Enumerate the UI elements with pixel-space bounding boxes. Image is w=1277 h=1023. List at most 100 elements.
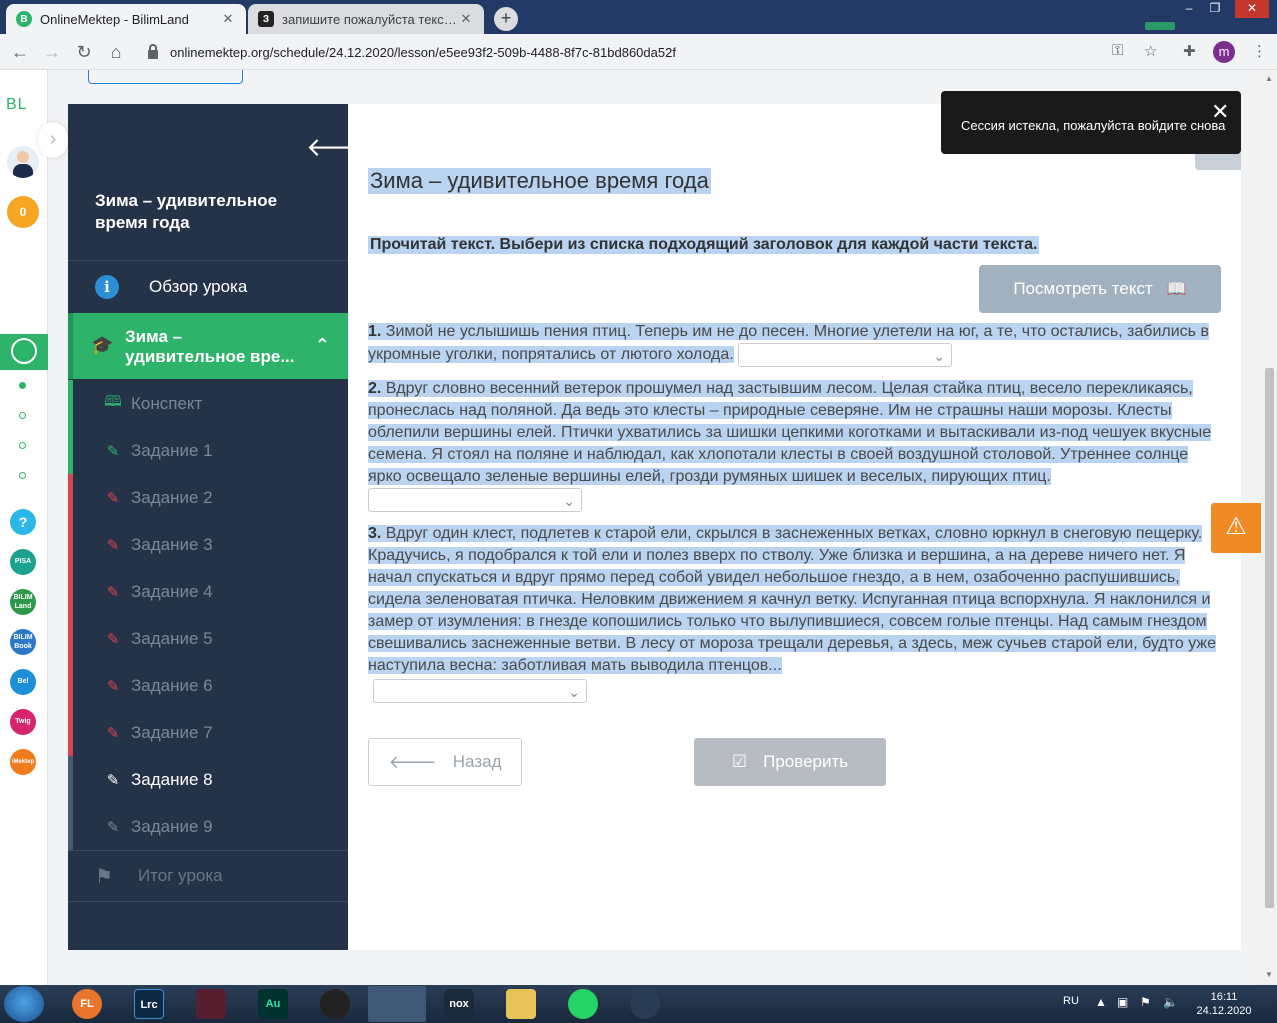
bl-logo[interactable]: BL [6, 96, 28, 114]
top-cutoff-button[interactable] [88, 70, 243, 84]
sidebar-item-task-9[interactable]: ✎ Задание 9 [68, 803, 348, 850]
sidebar-item-task-3[interactable]: ✎ Задание 3 [68, 521, 348, 568]
sidebar-item-overview[interactable]: i Обзор урока [68, 261, 348, 313]
close-icon[interactable]: ✕ [1211, 99, 1229, 125]
back-arrow-icon[interactable]: ← [8, 40, 32, 64]
edit-icon: ✎ [106, 583, 120, 601]
sidebar-item-task-2[interactable]: ✎ Задание 2 [68, 474, 348, 521]
scroll-up-icon[interactable]: ▲ [1265, 74, 1273, 83]
menu-icon[interactable]: ⋮ [1252, 42, 1267, 60]
edit-icon: ✎ [106, 771, 120, 789]
new-tab-button[interactable]: + [494, 7, 518, 31]
sidebar-item-label: Обзор урока [149, 277, 248, 296]
heading-select-1[interactable]: ⌄ [738, 343, 953, 367]
score-badge[interactable]: 0 [7, 196, 39, 228]
sidebar-item-summary[interactable]: ⚑ Итог урока [68, 850, 348, 902]
heading-select-2[interactable]: ⌄ [368, 488, 582, 512]
tab-close-icon[interactable]: ✕ [458, 11, 474, 27]
windows-start-icon[interactable] [4, 986, 44, 1022]
reload-icon[interactable]: ↻ [72, 40, 96, 64]
nox-icon[interactable]: nox [444, 989, 474, 1019]
windows-taskbar: FL Lrc Au nox RU ▲ ▣ ⚑ 🔈 16:11 24.12.202… [0, 985, 1277, 1023]
sidebar-current-section[interactable]: 🎓 Зима – удивительное вре... ⌃ [68, 313, 348, 379]
volume-icon[interactable]: 🔈 [1163, 995, 1178, 1009]
sidebar-item-label: Итог урока [137, 866, 223, 885]
chrome-icon[interactable] [368, 986, 426, 1022]
chevron-down-icon: ⌄ [563, 493, 575, 509]
expand-chevron-icon[interactable]: › [38, 122, 68, 158]
sidebar-item-task-5[interactable]: ✎ Задание 5 [68, 615, 348, 662]
sidebar-item-task-7[interactable]: ✎ Задание 7 [68, 709, 348, 756]
bilimland-favicon-icon: B [16, 11, 32, 27]
bilimbook-app-icon[interactable]: BILIM Book [10, 629, 36, 655]
toast-message: Сессия истекла, пожалуйста войдите снова [961, 118, 1226, 133]
audition-icon[interactable]: Au [258, 989, 288, 1019]
warning-icon: ⚠ [1225, 513, 1247, 540]
pisa-app-icon[interactable]: PISA [10, 549, 36, 575]
heading-select-3[interactable]: ⌄ [373, 679, 587, 703]
sidebar-item-label: Задание 5 [131, 628, 213, 648]
check-button[interactable]: ☑ Проверить [694, 738, 886, 786]
profile-avatar[interactable]: m [1213, 41, 1235, 63]
online-mektep-app[interactable] [0, 334, 48, 370]
sidebar-item-label: Задание 4 [131, 581, 213, 601]
lightroom-classic-icon[interactable]: Lrc [134, 989, 164, 1019]
explorer-folder-icon[interactable] [506, 989, 536, 1019]
bel-app-icon[interactable]: Bel [10, 669, 36, 695]
page-scrollbar[interactable]: ▲ ▼ [1262, 70, 1277, 985]
tray-expand-icon[interactable]: ▲ [1095, 995, 1107, 1009]
sidebar-item-konspekt[interactable]: 🕮 Конспект [68, 380, 348, 427]
home-icon[interactable]: ⌂ [104, 40, 128, 64]
window-decoration [1145, 22, 1175, 30]
edit-icon: ✎ [106, 630, 120, 648]
sidebar-item-label: Задание 9 [131, 816, 213, 836]
tab-close-icon[interactable]: ✕ [220, 11, 236, 27]
flag-icon: ⚑ [95, 865, 113, 888]
imektep-app-icon[interactable]: iMektep [10, 749, 36, 775]
text-part-2: 2. Вдруг словно весенний ветерок прошуме… [368, 378, 1216, 512]
action-center-flag-icon[interactable]: ⚑ [1140, 995, 1151, 1009]
tab-onlinemektep[interactable]: B OnlineMektep - BilimLand ✕ [6, 4, 246, 34]
view-text-button[interactable]: Посмотреть текст 📖 [979, 265, 1221, 313]
user-avatar[interactable] [7, 146, 39, 178]
tab-title: запишите пожалуйста текст-он... [282, 11, 458, 27]
back-button[interactable]: 🡐 Назад [368, 738, 522, 786]
key-icon[interactable]: ⚿ [1112, 42, 1123, 59]
minimize-button[interactable]: – [1176, 0, 1202, 18]
star-icon[interactable]: ☆ [1144, 42, 1157, 60]
obs-icon[interactable] [320, 989, 350, 1019]
whatsapp-icon[interactable] [568, 989, 598, 1019]
chevron-down-icon: ⌄ [933, 348, 946, 364]
help-app-icon[interactable]: ? [10, 509, 36, 535]
sidebar-item-task-6[interactable]: ✎ Задание 6 [68, 662, 348, 709]
part-number: 2. [368, 380, 382, 397]
network-icon[interactable]: ▣ [1117, 995, 1128, 1009]
fl-studio-icon[interactable]: FL [72, 989, 102, 1019]
browser-toolbar: ← → ↻ ⌂ onlinemektep.org/schedule/24.12.… [0, 34, 1277, 70]
address-bar[interactable]: onlinemektep.org/schedule/24.12.2020/les… [140, 39, 1175, 65]
chevron-up-icon[interactable]: ⌃ [315, 335, 330, 356]
language-indicator[interactable]: RU [1063, 995, 1079, 1007]
sidebar-item-task-8[interactable]: ✎ Задание 8 [68, 756, 348, 803]
twig-app-icon[interactable]: Twig [10, 709, 36, 735]
restore-button[interactable]: ❐ [1202, 0, 1228, 18]
clock-date: 24.12.2020 [1196, 1005, 1252, 1017]
collapse-sidebar-arrow-icon[interactable]: 🡐 [306, 132, 376, 163]
part-number: 3. [368, 525, 382, 542]
task-instruction: Прочитай текст. Выбери из списка подходя… [368, 236, 1040, 254]
progress-dot [19, 382, 26, 389]
system-clock[interactable]: 16:11 24.12.2020 [1196, 990, 1252, 1018]
app-rail: BL 0 › ? PISA BILIM Land BILIM Book Bel … [0, 70, 68, 985]
scroll-down-icon[interactable]: ▼ [1265, 970, 1273, 979]
close-window-button[interactable]: ✕ [1235, 0, 1269, 18]
report-warning-button[interactable]: ⚠ [1211, 503, 1261, 553]
sidebar-item-task-1[interactable]: ✎ Задание 1 [68, 427, 348, 474]
video-editor-icon[interactable] [196, 989, 226, 1019]
forward-arrow-icon[interactable]: → [40, 40, 64, 64]
tab-znanija[interactable]: З запишите пожалуйста текст-он... ✕ [248, 4, 484, 34]
bilimland-app-icon[interactable]: BILIM Land [10, 589, 36, 615]
scrollbar-thumb[interactable] [1265, 368, 1274, 908]
extensions-icon[interactable]: ✚ [1183, 42, 1196, 60]
cinema4d-icon[interactable] [630, 989, 660, 1019]
sidebar-item-task-4[interactable]: ✎ Задание 4 [68, 568, 348, 615]
